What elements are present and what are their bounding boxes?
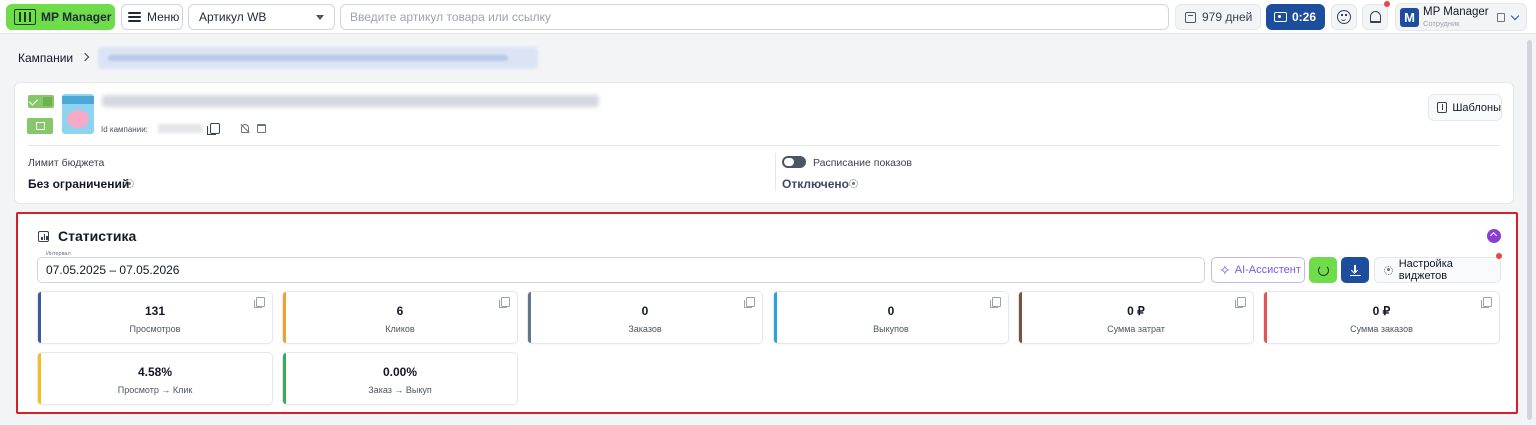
metric-label: Заказ → Выкуп [368, 385, 432, 395]
subscription-days-button[interactable]: 979 дней [1175, 4, 1261, 30]
schedule-value: Отключено [782, 177, 849, 191]
copy-icon[interactable] [499, 297, 510, 308]
metric-value: 131 [144, 304, 166, 318]
metric-card-spend: 0 ₽ Сумма затрат [1018, 291, 1254, 344]
collapse-up-icon[interactable] [1487, 229, 1501, 243]
product-thumbnail[interactable] [62, 94, 94, 134]
scrollbar-thumb[interactable] [1527, 40, 1532, 420]
logo-button[interactable]: MP Manager [6, 4, 115, 30]
notification-dot [1496, 253, 1502, 259]
metric-value: 6 [396, 304, 404, 318]
schedule-toggle[interactable] [782, 156, 806, 168]
copy-icon[interactable] [1235, 297, 1246, 308]
refresh-icon [1317, 264, 1329, 276]
divider [28, 145, 1500, 146]
campaign-id-label: Id кампании: [101, 125, 148, 134]
copy-icon[interactable] [744, 297, 755, 308]
metric-card-buyout-rate: 0.00% Заказ → Выкуп [282, 352, 518, 405]
widget-settings-button[interactable]: Настройка виджетов [1374, 257, 1501, 283]
video-timer-button[interactable]: 0:26 [1266, 4, 1325, 30]
calendar-icon[interactable] [257, 124, 266, 133]
metric-value: 0.00% [382, 365, 418, 379]
schedule-label: Расписание показов [813, 157, 912, 169]
video-icon [1274, 12, 1287, 22]
metric-card-order-sum: 0 ₽ Сумма заказов [1263, 291, 1500, 344]
chevron-down-icon[interactable] [1510, 11, 1519, 20]
user-menu[interactable]: M MP Manager Сотрудник [1395, 3, 1527, 31]
chevron-right-icon [80, 52, 90, 62]
calendar-icon [1185, 11, 1196, 23]
breadcrumb-campaigns[interactable]: Кампании [18, 51, 73, 65]
hamburger-icon [128, 12, 141, 22]
status-badge [27, 118, 53, 134]
interval-field[interactable] [37, 257, 1205, 283]
metric-value: 0 [887, 304, 895, 318]
copy-icon[interactable] [254, 297, 265, 308]
menu-button[interactable]: Меню [121, 4, 183, 30]
metric-card-buyouts: 0 Выкупов [773, 291, 1009, 344]
download-button[interactable] [1341, 257, 1369, 283]
days-label: 979 дней [1202, 10, 1253, 24]
copy-icon[interactable] [207, 123, 220, 135]
mute-icon[interactable] [241, 124, 249, 133]
search-input[interactable] [340, 4, 1169, 30]
download-icon [1349, 264, 1361, 276]
chart-icon [38, 231, 49, 242]
article-type-select[interactable]: Артикул WB [188, 4, 335, 30]
budget-settings-icon[interactable] [125, 179, 134, 188]
campaign-id-redacted [158, 124, 203, 133]
copy-icon[interactable] [990, 297, 1001, 308]
metric-card-clicks: 6 Кликов [282, 291, 518, 344]
metric-value: 0 ₽ [1372, 304, 1391, 318]
article-type-value: Артикул WB [199, 10, 267, 24]
copy-icon[interactable] [1481, 297, 1492, 308]
play-icon [35, 122, 45, 130]
metric-label: Заказов [628, 324, 662, 334]
interval-legend: Интервал [44, 251, 73, 257]
interval-value: 07.05.2025 – 07.05.2026 [46, 263, 180, 277]
template-icon [1437, 102, 1448, 113]
metric-value: 0 ₽ [1127, 304, 1145, 318]
metric-label: Сумма заказов [1350, 324, 1413, 334]
metric-label: Выкупов [873, 324, 909, 334]
smile-icon [1337, 10, 1351, 24]
metric-value: 4.58% [137, 365, 173, 379]
metric-card-ctr: 4.58% Просмотр → Клик [37, 352, 273, 405]
statistics-title: Статистика [58, 228, 137, 244]
chevron-down-icon [316, 14, 324, 20]
metric-label: Сумма затрат [1107, 324, 1165, 334]
avatar: M [1400, 7, 1419, 27]
schedule-settings-icon[interactable] [849, 179, 858, 188]
metric-card-orders: 0 Заказов [527, 291, 763, 344]
campaign-title-redacted [102, 95, 599, 107]
notifications-button[interactable] [1362, 4, 1388, 30]
logo-icon [14, 9, 36, 25]
templates-button[interactable]: Шаблоны [1428, 94, 1502, 121]
templates-label: Шаблоны [1452, 101, 1501, 114]
metric-label: Просмотров [129, 324, 181, 334]
gear-icon [1384, 265, 1393, 275]
support-button[interactable] [1331, 4, 1357, 30]
user-name: MP Manager [1423, 6, 1489, 18]
copy-icon[interactable] [1496, 12, 1505, 22]
menu-label: Меню [147, 10, 180, 24]
budget-value: Без ограничений [28, 177, 130, 191]
metric-card-views: 131 Просмотров [37, 291, 273, 344]
timer-label: 0:26 [1292, 10, 1317, 24]
refresh-button[interactable] [1309, 257, 1337, 283]
ai-assistant-label: AI-Ассистент [1234, 264, 1301, 276]
breadcrumb-current-redacted [98, 47, 538, 69]
metric-value: 0 [641, 304, 649, 318]
ai-assistant-button[interactable]: ✧ AI-Ассистент [1211, 257, 1305, 283]
sparkle-icon: ✧ [1219, 262, 1231, 278]
divider [775, 153, 776, 191]
budget-label: Лимит бюджета [28, 157, 105, 169]
logo-label: MP Manager [41, 10, 112, 24]
notification-dot [1384, 1, 1390, 7]
metric-label: Кликов [385, 324, 415, 334]
metric-label: Просмотр → Клик [117, 385, 193, 395]
bell-icon [1369, 11, 1381, 23]
widget-settings-label: Настройка виджетов [1398, 258, 1453, 282]
user-role: Сотрудник [1423, 18, 1460, 28]
